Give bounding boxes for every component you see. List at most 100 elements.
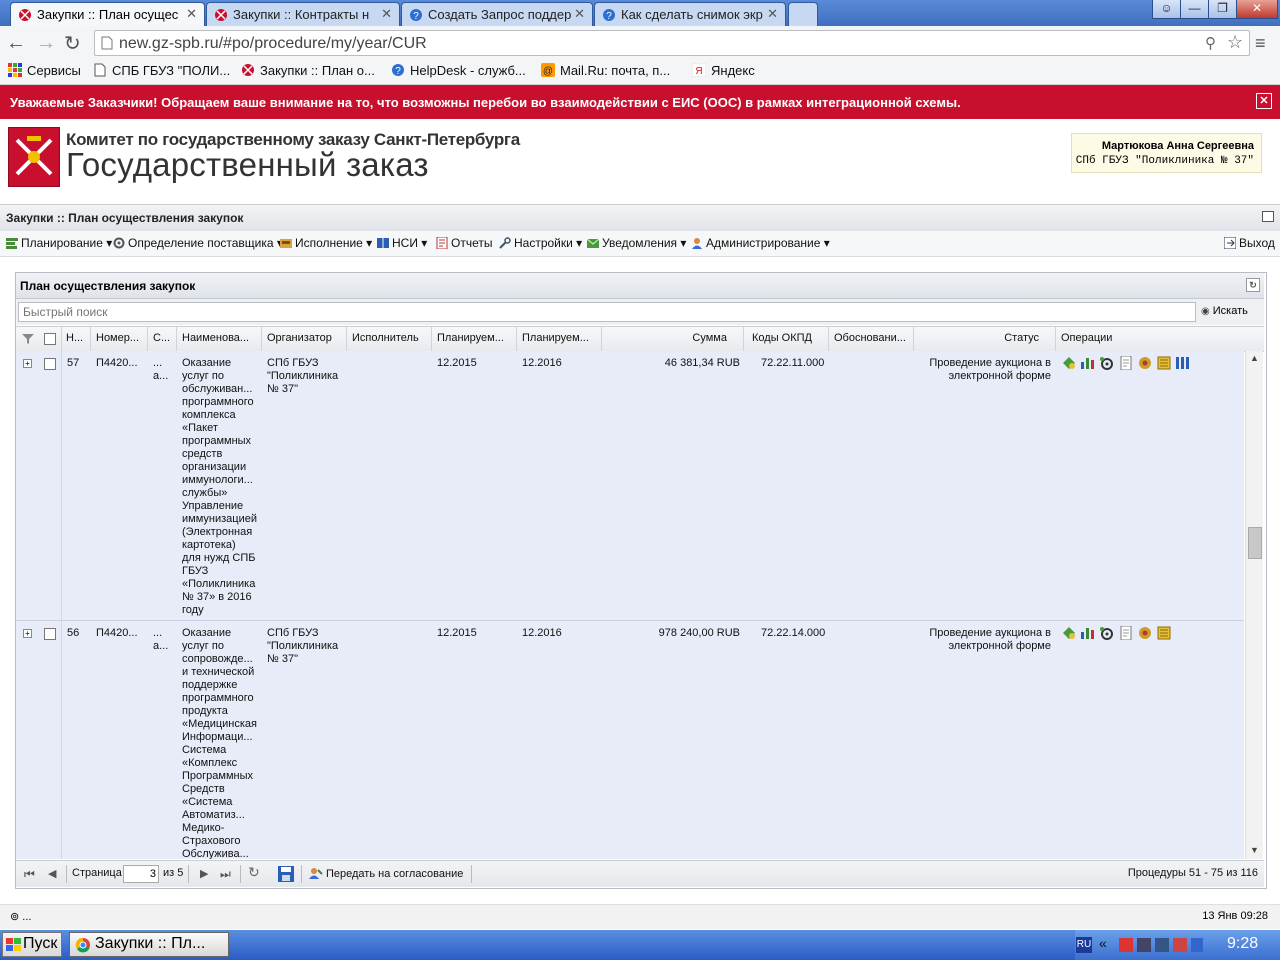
tab-procurement-plan[interactable]: Закупки :: План осущес ✕ [10, 2, 205, 26]
expand-icon[interactable]: + [23, 629, 32, 638]
table-row[interactable]: + 56 П4420... ... а... Оказание услуг по… [16, 621, 1244, 859]
menu-planning[interactable]: Планирование ▾ [6, 236, 112, 250]
window-close-icon[interactable]: ✕ [1236, 0, 1278, 19]
scroll-icon[interactable] [1156, 356, 1172, 370]
user-info-box[interactable]: Мартюкова Анна Сергеевна СПб ГБУЗ "Полик… [1071, 133, 1262, 173]
close-icon[interactable]: ✕ [381, 6, 392, 22]
settings-icon[interactable] [1099, 356, 1115, 370]
wrench-icon [499, 237, 511, 249]
expand-icon[interactable]: + [23, 359, 32, 368]
select-all-checkbox[interactable] [44, 333, 56, 345]
column-header-sum[interactable]: Сумма [607, 332, 727, 344]
star-icon[interactable]: ☆ [1227, 32, 1243, 53]
column-header-s[interactable]: С... [153, 332, 173, 344]
scroll-up-icon[interactable]: ▲ [1250, 353, 1259, 363]
document-icon[interactable] [1118, 355, 1134, 371]
quick-search-input[interactable] [18, 302, 1196, 322]
execution-icon [280, 239, 292, 248]
prev-page-icon[interactable]: ◀ [48, 867, 56, 880]
key-icon[interactable]: ⚲ [1205, 34, 1216, 52]
bookmark-helpdesk[interactable]: ? HelpDesk - служб... [391, 63, 526, 78]
next-page-icon[interactable]: ▶ [200, 867, 208, 880]
column-header-operations[interactable]: Операции [1061, 332, 1141, 344]
clock: 9:28 [1227, 935, 1259, 952]
close-icon[interactable]: ✕ [186, 6, 197, 22]
menu-icon[interactable]: ≡ [1255, 33, 1266, 54]
approve-icon[interactable] [1061, 356, 1077, 370]
last-page-icon[interactable]: ⏭ [220, 867, 231, 882]
column-header-name[interactable]: Наименова... [182, 332, 262, 344]
save-icon[interactable] [278, 866, 294, 882]
tray-expand-icon[interactable]: « [1099, 935, 1107, 951]
restore-icon[interactable]: ❐ [1208, 0, 1237, 19]
menu-reports[interactable]: Отчеты [436, 236, 492, 250]
refresh-icon[interactable]: ↻ [248, 864, 260, 881]
column-header-executor[interactable]: Исполнитель [352, 332, 432, 344]
eagle-emblem-icon[interactable] [1137, 626, 1153, 640]
menu-notifications[interactable]: Уведомления ▾ [587, 236, 686, 250]
bookmark-procurement[interactable]: Закупки :: План о... [241, 63, 375, 78]
column-header-organizer[interactable]: Организатор [267, 332, 347, 344]
tray-icons[interactable] [1117, 936, 1205, 954]
menu-settings[interactable]: Настройки ▾ [499, 236, 582, 250]
approve-icon[interactable] [1061, 626, 1077, 640]
column-header-status[interactable]: Статус [921, 332, 1039, 344]
reload-icon[interactable]: ↻ [64, 31, 81, 56]
scroll-icon[interactable] [1156, 626, 1172, 640]
filter-icon[interactable] [22, 333, 34, 345]
column-header-plan-date-1[interactable]: Планируем... [437, 332, 517, 344]
cell-status: Проведение аукциона в электронной форме [929, 627, 1051, 652]
settings-icon[interactable] [1099, 626, 1115, 640]
close-icon[interactable]: ✕ [767, 6, 778, 22]
refresh-panel-icon[interactable]: ↻ [1246, 278, 1260, 292]
new-tab-button[interactable] [788, 2, 818, 26]
row-checkbox[interactable] [44, 358, 56, 370]
table-body: + 57 П4420... ... а... Оказание услуг по… [16, 351, 1244, 859]
search-button[interactable]: ◉ Искать [1201, 305, 1248, 317]
vertical-scrollbar[interactable]: ▲ ▼ [1245, 351, 1263, 859]
tab-screenshot-howto[interactable]: ? Как сделать снимок экр ✕ [594, 2, 786, 26]
chart-icon[interactable] [1080, 356, 1096, 370]
document-icon[interactable] [1118, 625, 1134, 641]
column-header-num[interactable]: Н... [66, 332, 90, 344]
user-icon[interactable]: ☺ [1152, 0, 1181, 19]
logout-button[interactable]: Выход [1224, 236, 1275, 250]
language-indicator[interactable]: RU [1076, 937, 1092, 953]
start-button[interactable]: Пуск [2, 932, 62, 957]
menu-administration[interactable]: Администрирование ▾ [691, 236, 830, 250]
column-header-basis[interactable]: Обосновани... [834, 332, 912, 344]
taskbar-item-chrome[interactable]: Закупки :: Пл... [69, 932, 229, 957]
bookmark-yandex[interactable]: Я Яндекс [692, 63, 755, 78]
tab-contracts[interactable]: Закупки :: Контракты н ✕ [206, 2, 400, 26]
menu-nsi[interactable]: НСИ ▾ [377, 236, 427, 250]
maximize-icon[interactable] [1262, 211, 1274, 222]
apps-icon [8, 63, 22, 77]
bookmark-services[interactable]: Сервисы [8, 63, 81, 78]
column-header-number[interactable]: Номер... [96, 332, 146, 344]
close-icon[interactable]: ✕ [574, 6, 585, 22]
library-icon[interactable] [1175, 356, 1191, 370]
menu-execution[interactable]: Исполнение ▾ [280, 236, 372, 250]
minimize-icon[interactable]: — [1180, 0, 1209, 19]
menu-supplier-determination[interactable]: Определение поставщика ▾ [113, 236, 283, 250]
column-header-plan-date-2[interactable]: Планируем... [522, 332, 602, 344]
bookmark-mailru[interactable]: @ Mail.Ru: почта, п... [541, 63, 670, 78]
eagle-emblem-icon[interactable] [1137, 356, 1153, 370]
bookmark-label: HelpDesk - служб... [410, 63, 526, 78]
alert-close-icon[interactable]: ✕ [1256, 93, 1272, 109]
forward-icon[interactable]: → [36, 32, 56, 55]
row-checkbox[interactable] [44, 628, 56, 640]
address-bar[interactable]: new.gz-spb.ru/#po/procedure/my/year/CUR … [94, 30, 1250, 56]
scroll-down-icon[interactable]: ▼ [1250, 845, 1259, 855]
first-page-icon[interactable]: ⏮ [24, 867, 35, 882]
back-icon[interactable]: ← [6, 32, 26, 55]
column-header-okpd[interactable]: Коды ОКПД [752, 332, 832, 344]
bookmark-polyclinic[interactable]: СПБ ГБУЗ "ПОЛИ... [93, 63, 230, 78]
tab-support-request[interactable]: ? Создать Запрос поддер ✕ [401, 2, 593, 26]
table-row[interactable]: + 57 П4420... ... а... Оказание услуг по… [16, 351, 1244, 621]
scroll-thumb[interactable] [1248, 527, 1262, 559]
page-number-input[interactable] [123, 865, 159, 883]
chart-icon[interactable] [1080, 626, 1096, 640]
submit-for-approval-button[interactable]: Передать на согласование [309, 867, 463, 880]
cell-name: Оказание услуг по обслуживан... программ… [182, 357, 257, 616]
